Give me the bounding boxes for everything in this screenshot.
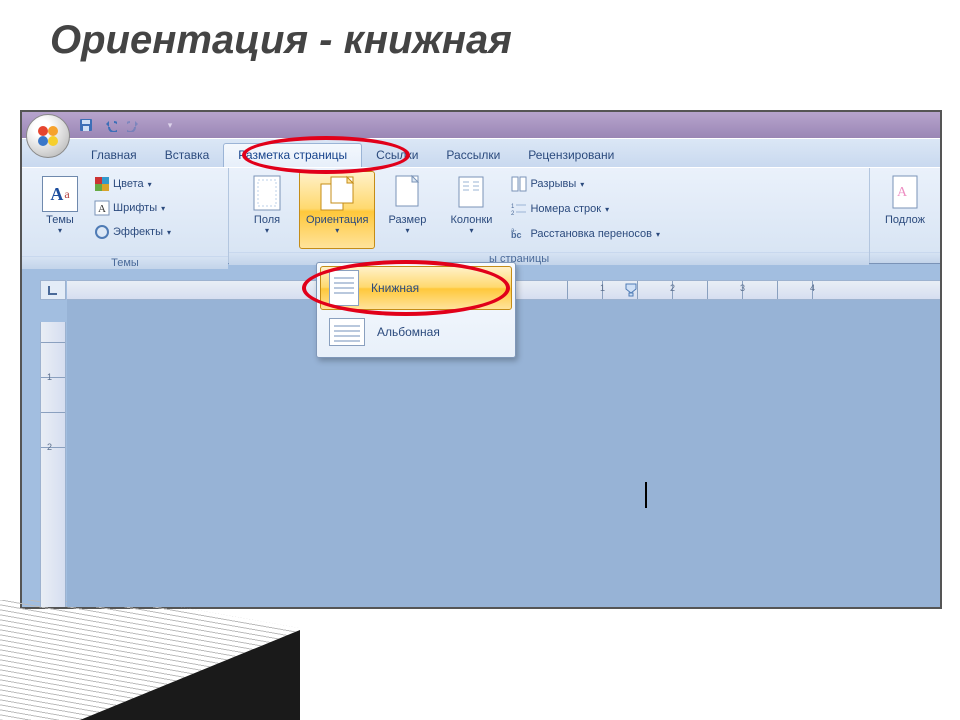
vertical-ruler[interactable]: 1 2 bbox=[40, 322, 66, 607]
size-button[interactable]: Размер▾ bbox=[375, 171, 439, 249]
qat-redo-button[interactable] bbox=[125, 116, 143, 134]
theme-effects-button[interactable]: Эффекты▾ bbox=[94, 221, 171, 243]
orientation-icon bbox=[317, 174, 357, 212]
breaks-label: Разрывы bbox=[530, 178, 576, 190]
svg-text:a-: a- bbox=[511, 228, 516, 234]
group-page-background: A Подлож bbox=[870, 168, 940, 263]
theme-fonts-label: Шрифты bbox=[113, 202, 157, 214]
chevron-down-icon: ▾ bbox=[58, 226, 62, 235]
slide-title: Ориентация - книжная bbox=[50, 18, 512, 63]
margins-label: Поля bbox=[254, 214, 280, 226]
qat-undo-button[interactable] bbox=[101, 116, 119, 134]
themes-icon: Aa bbox=[42, 176, 78, 212]
group-page-setup: Поля▾ Ориентация▾ Размер▾ bbox=[229, 168, 870, 263]
tab-stop-icon bbox=[47, 284, 59, 296]
office-button[interactable] bbox=[26, 114, 70, 158]
svg-text:A: A bbox=[98, 203, 106, 215]
hyphenation-icon: bca- bbox=[511, 226, 527, 242]
orientation-label: Ориентация bbox=[306, 214, 368, 226]
watermark-label: Подлож bbox=[885, 214, 925, 226]
size-label: Размер bbox=[389, 214, 427, 226]
svg-text:2: 2 bbox=[511, 211, 515, 217]
themes-button-label: Темы bbox=[46, 214, 74, 226]
theme-colors-label: Цвета bbox=[113, 178, 144, 190]
margins-button[interactable]: Поля▾ bbox=[235, 171, 299, 249]
office-logo-icon bbox=[34, 122, 62, 150]
size-icon bbox=[391, 174, 423, 212]
window-titlebar: ▾ bbox=[22, 112, 940, 138]
effects-icon bbox=[94, 224, 110, 240]
vruler-tick-2: 2 bbox=[47, 442, 52, 452]
margin-indicator-icon[interactable] bbox=[625, 283, 637, 297]
ruler-tick-1: 1 bbox=[600, 283, 605, 293]
theme-fonts-button[interactable]: A Шрифты▾ bbox=[94, 197, 171, 219]
columns-label: Колонки bbox=[450, 214, 492, 226]
orientation-dropdown: Книжная Альбомная bbox=[316, 262, 516, 358]
watermark-button[interactable]: A Подлож bbox=[873, 171, 937, 249]
tab-mailings[interactable]: Рассылки bbox=[432, 144, 514, 167]
orientation-landscape-item[interactable]: Альбомная bbox=[320, 310, 512, 354]
breaks-icon bbox=[511, 176, 527, 192]
orientation-portrait-label: Книжная bbox=[371, 281, 419, 295]
ruler-tick-3: 3 bbox=[740, 283, 745, 293]
tab-page-layout[interactable]: Разметка страницы bbox=[223, 143, 362, 167]
orientation-portrait-item[interactable]: Книжная bbox=[320, 266, 512, 310]
tab-review[interactable]: Рецензировани bbox=[514, 144, 628, 167]
tab-home[interactable]: Главная bbox=[77, 144, 151, 167]
line-numbers-label: Номера строк bbox=[530, 203, 601, 215]
tab-references[interactable]: Ссылки bbox=[362, 144, 432, 167]
group-themes: Aa Темы ▾ Цвета▾ A Шрифты▾ bbox=[22, 168, 229, 263]
columns-icon bbox=[455, 174, 487, 212]
breaks-button[interactable]: Разрывы▾ bbox=[511, 173, 660, 195]
ribbon: Aa Темы ▾ Цвета▾ A Шрифты▾ bbox=[22, 167, 940, 264]
fonts-icon: A bbox=[94, 200, 110, 216]
theme-effects-label: Эффекты bbox=[113, 226, 163, 238]
ribbon-tabs: Главная Вставка Разметка страницы Ссылки… bbox=[22, 138, 940, 167]
svg-text:1: 1 bbox=[511, 204, 515, 210]
landscape-page-icon bbox=[329, 318, 365, 346]
ruler-tick-2: 2 bbox=[670, 283, 675, 293]
tab-insert[interactable]: Вставка bbox=[151, 144, 224, 167]
qat-save-button[interactable] bbox=[77, 116, 95, 134]
orientation-button[interactable]: Ориентация▾ bbox=[299, 171, 375, 249]
line-numbers-button[interactable]: 12 Номера строк▾ bbox=[511, 198, 660, 220]
qat-customize-button[interactable]: ▾ bbox=[161, 116, 179, 134]
themes-button[interactable]: Aa Темы ▾ bbox=[32, 173, 88, 251]
portrait-page-icon bbox=[329, 270, 359, 306]
word-screenshot: ▾ Главная Вставка Разметка страницы Ссыл… bbox=[20, 110, 942, 609]
undo-icon bbox=[103, 118, 117, 132]
margins-icon bbox=[251, 174, 283, 212]
line-numbers-icon: 12 bbox=[511, 201, 527, 217]
group-themes-label: Темы bbox=[22, 256, 228, 269]
ruler-tab-selector[interactable] bbox=[40, 280, 66, 300]
hyphenation-label: Расстановка переносов bbox=[530, 228, 651, 240]
group-page-background-label bbox=[870, 252, 940, 263]
redo-icon bbox=[127, 118, 141, 132]
text-cursor bbox=[645, 482, 647, 508]
hyphenation-button[interactable]: bca- Расстановка переносов▾ bbox=[511, 223, 660, 245]
watermark-icon: A bbox=[889, 174, 921, 212]
ruler-tick-4: 4 bbox=[810, 283, 815, 293]
svg-text:A: A bbox=[897, 185, 908, 200]
vruler-tick-1: 1 bbox=[47, 372, 52, 382]
columns-button[interactable]: Колонки▾ bbox=[439, 171, 503, 249]
theme-colors-button[interactable]: Цвета▾ bbox=[94, 173, 171, 195]
quick-access-toolbar: ▾ bbox=[77, 116, 179, 134]
save-icon bbox=[79, 118, 93, 132]
orientation-landscape-label: Альбомная bbox=[377, 325, 440, 339]
slide-decorative-wedge bbox=[0, 600, 300, 720]
colors-icon bbox=[94, 176, 110, 192]
